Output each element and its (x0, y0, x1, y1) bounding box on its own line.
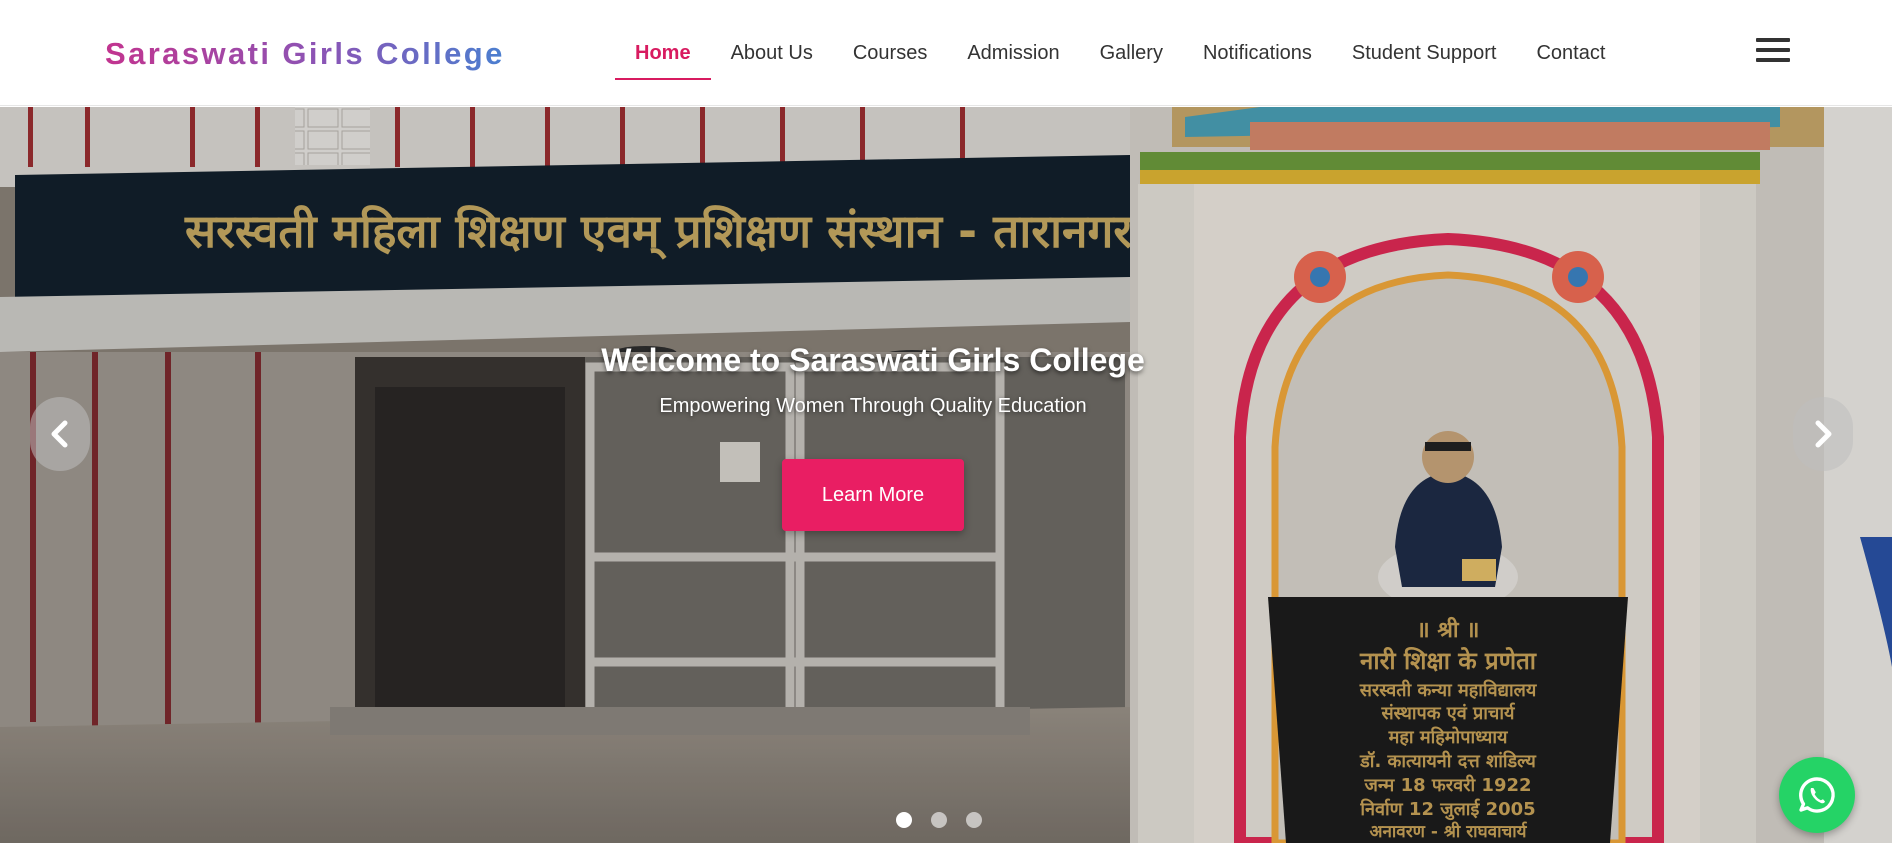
hamburger-bar (1756, 38, 1790, 42)
hero-carousel: सरस्वती महिला शिक्षण एवम् प्रशिक्षण संस्… (0, 107, 1892, 843)
nav-contact[interactable]: Contact (1516, 0, 1625, 106)
carousel-indicators (896, 812, 1001, 828)
main-nav: Home About Us Courses Admission Gallery … (615, 0, 1625, 106)
nav-home[interactable]: Home (615, 0, 711, 106)
nav-notifications[interactable]: Notifications (1183, 0, 1332, 106)
chevron-right-icon (1815, 420, 1832, 448)
chevron-left-icon (51, 420, 68, 448)
carousel-dot-2[interactable] (931, 812, 947, 828)
site-header: Saraswati Girls College Home About Us Co… (0, 0, 1892, 106)
nav-admission[interactable]: Admission (947, 0, 1079, 106)
site-logo-text[interactable]: Saraswati Girls College (105, 36, 505, 72)
carousel-dot-3[interactable] (966, 812, 982, 828)
hamburger-menu-icon[interactable] (1756, 38, 1790, 66)
nav-student-support[interactable]: Student Support (1332, 0, 1517, 106)
whatsapp-button[interactable] (1779, 757, 1855, 833)
nav-courses[interactable]: Courses (833, 0, 947, 106)
learn-more-button[interactable]: Learn More (782, 459, 964, 531)
hero-subtitle: Empowering Women Through Quality Educati… (659, 395, 1087, 417)
hamburger-bar (1756, 48, 1790, 52)
hamburger-bar (1756, 58, 1790, 62)
carousel-dot-1[interactable] (896, 812, 912, 828)
nav-about-us[interactable]: About Us (711, 0, 833, 106)
whatsapp-icon (1799, 777, 1835, 813)
hero-caption: Welcome to Saraswati Girls College Empow… (0, 342, 1746, 418)
carousel-prev-button[interactable] (30, 397, 90, 471)
hero-title: Welcome to Saraswati Girls College (601, 342, 1145, 378)
carousel-next-button[interactable] (1793, 397, 1853, 471)
nav-gallery[interactable]: Gallery (1080, 0, 1183, 106)
